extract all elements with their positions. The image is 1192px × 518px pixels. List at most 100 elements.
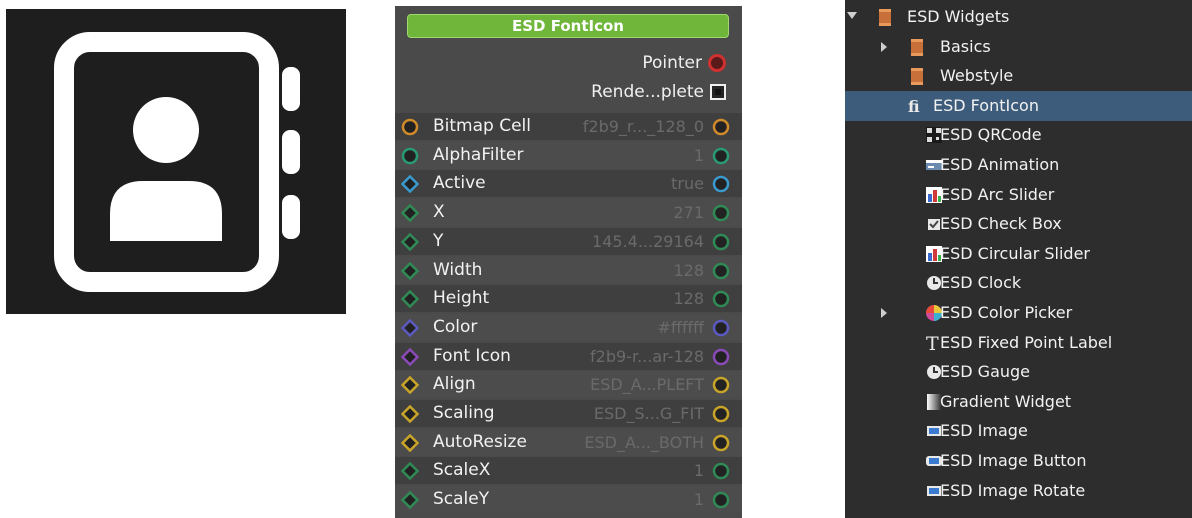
tree-item[interactable]: ESD Gauge (845, 357, 1192, 387)
tree-item[interactable]: Gradient Widget (845, 387, 1192, 417)
node-panel[interactable]: ESD FontIcon Pointer Rende...plete Bitma… (395, 6, 742, 518)
input-pin-icon[interactable] (401, 462, 419, 481)
output-render-complete[interactable]: Rende...plete (591, 79, 726, 105)
property-value[interactable]: 1 (694, 488, 704, 511)
property-row[interactable]: Y 145.4...29164 (395, 227, 742, 255)
property-row[interactable]: Height 128 (395, 285, 742, 313)
property-row[interactable]: Scaling ESD_S...G_FIT (395, 400, 742, 427)
property-value[interactable]: 1 (694, 144, 704, 167)
property-value[interactable]: 1 (694, 459, 704, 482)
tree-item-label: ESD Animation (940, 155, 1060, 174)
property-row[interactable]: Bitmap Cell f2b9_r..._128_0 (395, 113, 742, 140)
input-pin-icon[interactable] (401, 376, 419, 395)
tree-item[interactable]: ESD Color Picker (845, 298, 1192, 328)
contact-book-icon (54, 32, 300, 292)
output-pin-icon[interactable] (712, 175, 730, 193)
input-pin-icon[interactable] (401, 318, 419, 337)
tree-item[interactable]: ESD Animation (845, 150, 1192, 180)
input-pin-icon[interactable] (401, 261, 419, 280)
property-row[interactable]: ScaleY 1 (395, 486, 742, 514)
input-pin-icon[interactable] (401, 118, 419, 136)
property-value[interactable]: true (671, 172, 704, 195)
tree-item[interactable]: ESD Clock (845, 268, 1192, 298)
node-title[interactable]: ESD FontIcon (407, 14, 729, 38)
input-pin-icon[interactable] (401, 290, 419, 309)
output-pin-icon[interactable] (712, 147, 730, 165)
property-row[interactable]: AutoResize ESD_A..._BOTH (395, 428, 742, 456)
property-label: Y (433, 230, 444, 251)
tree-item-label: ESD Gauge (940, 362, 1031, 382)
property-value[interactable]: ESD_A...PLEFT (590, 373, 704, 396)
property-value[interactable]: ESD_A..._BOTH (584, 431, 704, 454)
property-row[interactable]: Color #ffffff (395, 313, 742, 341)
tree-item[interactable]: ESD Check Box (845, 209, 1192, 239)
tree-item[interactable]: Webstyle (845, 61, 1192, 91)
input-pin-icon[interactable] (401, 405, 419, 423)
input-pin-icon[interactable] (401, 232, 419, 251)
output-pin-icon[interactable] (712, 434, 730, 452)
collapse-arrow-icon[interactable] (847, 12, 857, 19)
input-pin-icon[interactable] (401, 433, 419, 452)
tree-item-label: ESD Image Button (940, 451, 1087, 470)
property-row[interactable]: X 271 (395, 199, 742, 227)
input-pin-icon[interactable] (401, 491, 419, 510)
property-value[interactable]: 128 (673, 287, 704, 310)
expand-arrow-icon[interactable] (881, 41, 887, 52)
output-pin-icon[interactable] (712, 348, 730, 366)
output-pin-icon[interactable] (712, 319, 730, 337)
property-label: AlphaFilter (433, 144, 524, 165)
property-value[interactable]: 271 (673, 201, 704, 224)
property-label: Color (433, 316, 478, 337)
tree-item[interactable]: fi ESD FontIcon (845, 90, 1192, 121)
property-value[interactable]: f2b9-r...ar-128 (590, 345, 704, 368)
pointer-pin-icon[interactable] (708, 54, 726, 72)
widget-tree: ESD Widgets Basics Webstyle fi ESD FontIcon E… (845, 0, 1192, 518)
svg-text:T: T (926, 334, 939, 352)
expand-arrow-icon[interactable] (881, 308, 887, 318)
output-pin-icon[interactable] (712, 491, 730, 509)
tree-item[interactable]: ESD QRCode (845, 120, 1192, 150)
property-value[interactable]: 128 (673, 259, 704, 282)
property-row[interactable]: Font Icon f2b9-r...ar-128 (395, 342, 742, 370)
output-pointer[interactable]: Pointer (642, 50, 726, 76)
output-pin-icon[interactable] (712, 233, 730, 251)
render-complete-pin-icon[interactable] (710, 84, 726, 100)
input-pin-icon[interactable] (401, 175, 419, 194)
tree-item-label: ESD FontIcon (933, 95, 1039, 115)
property-value[interactable]: #ffffff (658, 316, 704, 339)
tree-item[interactable]: ESD Image Button (845, 446, 1192, 476)
tree-item[interactable]: T ESD Fixed Point Label (845, 328, 1192, 358)
output-pin-icon[interactable] (712, 262, 730, 280)
tree-item-label: ESD Image (940, 421, 1028, 441)
tree-item[interactable]: ESD Image Rotate (845, 476, 1192, 506)
property-row[interactable]: AlphaFilter 1 (395, 141, 742, 169)
output-pin-icon[interactable] (712, 118, 730, 136)
tree-item[interactable]: Basics (845, 32, 1192, 62)
input-pin-icon[interactable] (401, 347, 419, 366)
property-label: Width (433, 259, 483, 280)
property-row[interactable]: Active true (395, 170, 742, 198)
output-pointer-label: Pointer (642, 53, 702, 73)
tree-item[interactable]: ESD Widgets (845, 2, 1192, 32)
output-pin-icon[interactable] (712, 290, 730, 308)
tree-item-label: ESD Widgets (907, 7, 1010, 26)
property-label: Scaling (433, 403, 495, 423)
output-pin-icon[interactable] (712, 376, 730, 394)
fonticon-icon: fi (908, 97, 926, 116)
property-row[interactable]: Align ESD_A...PLEFT (395, 371, 742, 399)
output-pin-icon[interactable] (712, 204, 730, 222)
property-value[interactable]: ESD_S...G_FIT (594, 402, 704, 425)
input-pin-icon[interactable] (401, 147, 419, 165)
output-pin-icon[interactable] (712, 405, 730, 423)
tree-item[interactable]: ESD Arc Slider (845, 180, 1192, 210)
property-row[interactable]: ScaleX 1 (395, 457, 742, 485)
tree-item-label: ESD Check Box (940, 214, 1062, 234)
output-pin-icon[interactable] (712, 462, 730, 480)
tree-item[interactable]: ESD Image (845, 416, 1192, 446)
book-icon (908, 38, 926, 56)
property-row[interactable]: Width 128 (395, 256, 742, 284)
input-pin-icon[interactable] (401, 204, 419, 223)
property-value[interactable]: f2b9_r..._128_0 (583, 115, 704, 138)
property-value[interactable]: 145.4...29164 (592, 230, 704, 253)
tree-item[interactable]: ESD Circular Slider (845, 239, 1192, 269)
